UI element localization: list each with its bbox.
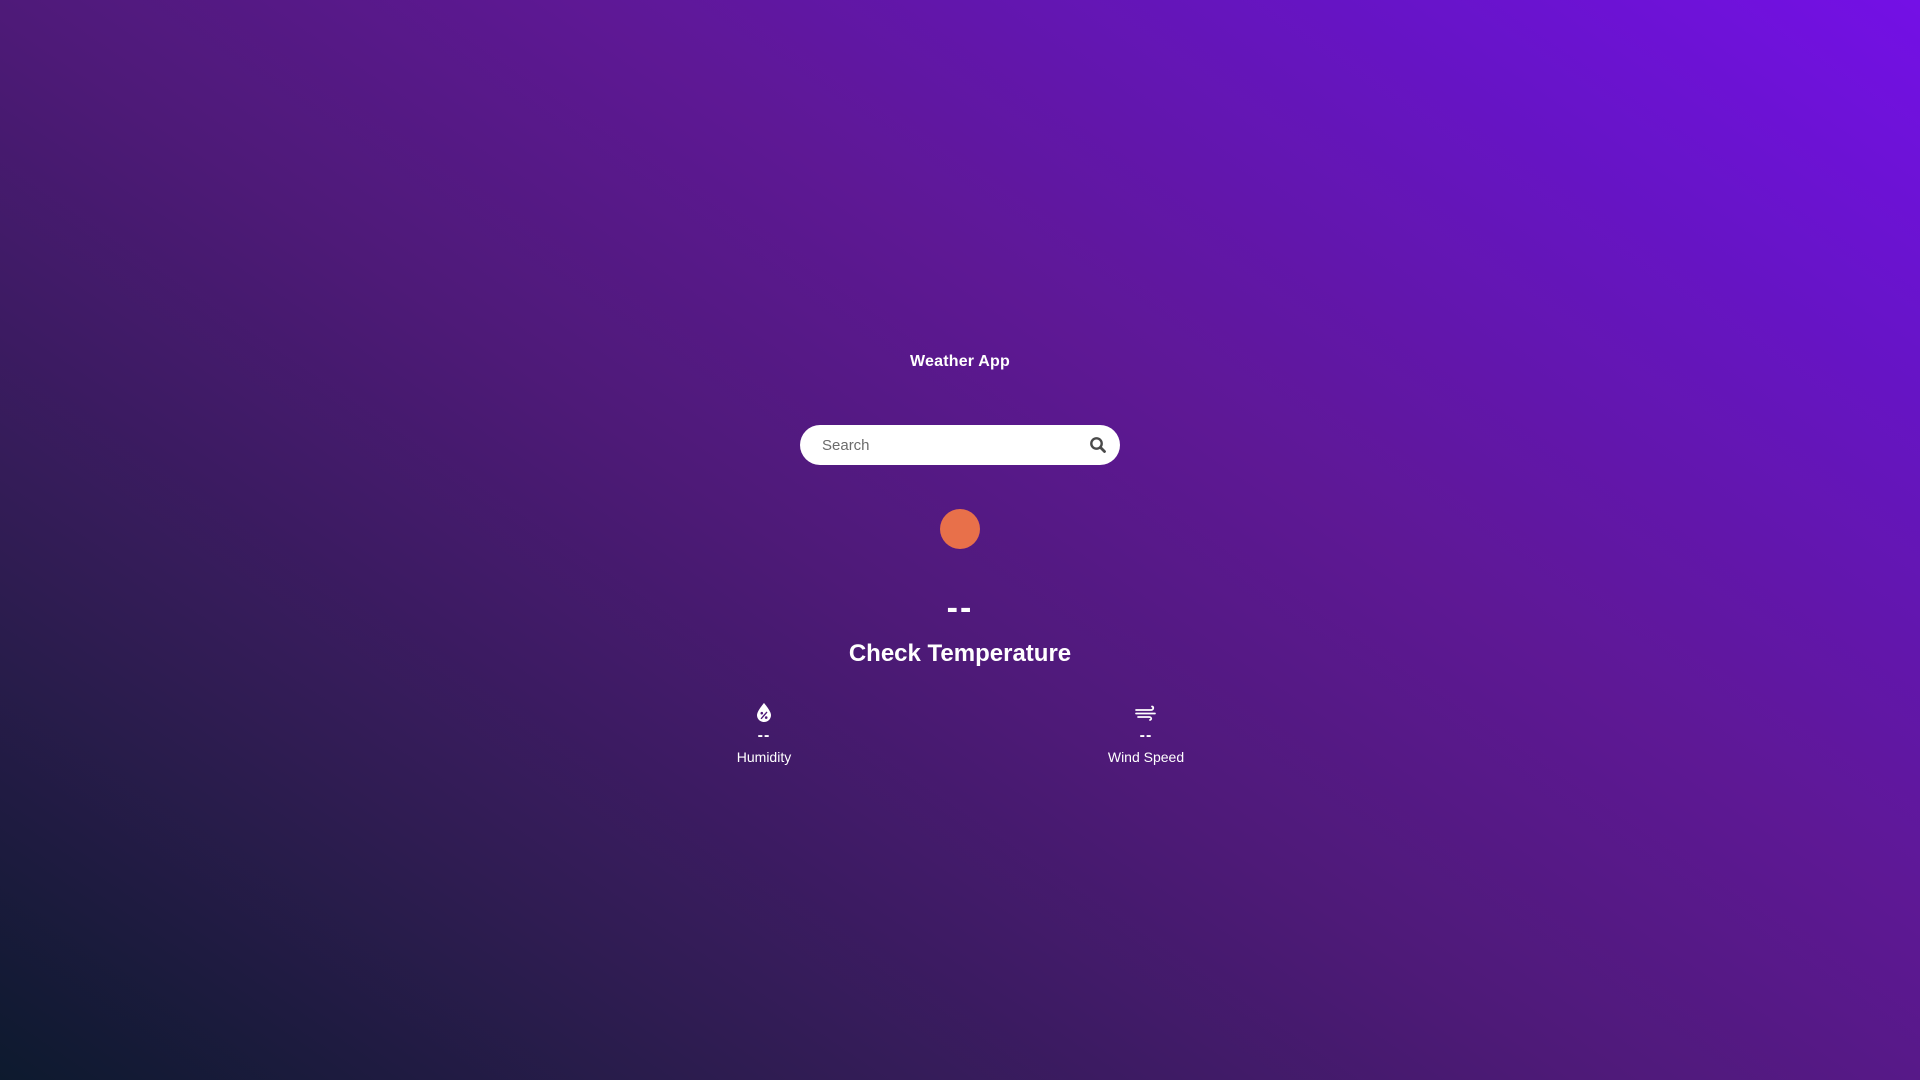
wind-icon [1134,700,1158,724]
search-bar[interactable] [800,425,1120,465]
search-icon[interactable] [1088,435,1108,455]
humidity-label: Humidity [736,749,792,765]
weather-app: Weather App -- Check Temperature -- Humi… [0,0,1920,1080]
humidity-value: -- [757,727,771,744]
temperature-value: -- [946,589,974,627]
app-title: Weather App [910,353,1010,370]
wind-value: -- [1139,727,1153,744]
wind-stat: -- Wind Speed [1066,700,1226,766]
wind-label: Wind Speed [1107,749,1185,765]
humidity-stat: -- Humidity [684,700,844,766]
sun-icon [940,509,980,549]
weather-description: Check Temperature [848,640,1072,667]
search-input[interactable] [822,425,1062,465]
humidity-icon [752,700,776,724]
